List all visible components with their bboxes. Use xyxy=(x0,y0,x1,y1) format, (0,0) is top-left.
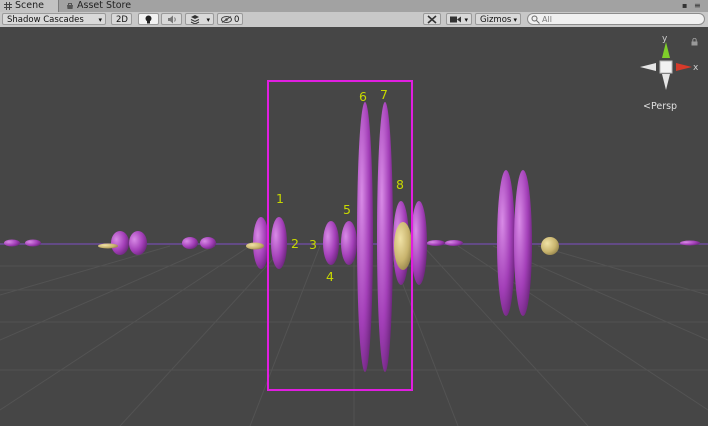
gizmos-label: Gizmos xyxy=(480,15,512,25)
store-icon xyxy=(67,3,73,9)
projection-label: Persp xyxy=(650,101,678,112)
gizmos-dropdown[interactable]: Gizmos ▾ xyxy=(475,13,521,25)
lightbulb-icon xyxy=(145,15,152,24)
y-axis-label: y xyxy=(662,34,668,44)
chevron-down-icon: ▾ xyxy=(464,16,468,24)
2d-label: 2D xyxy=(116,15,128,25)
label-7: 7 xyxy=(380,87,388,102)
scene-effects-dropdown[interactable]: ▾ xyxy=(185,13,214,25)
label-8: 8 xyxy=(396,177,404,192)
grid-icon xyxy=(4,2,12,10)
hierarchy-search-input[interactable]: All xyxy=(527,13,705,25)
scene-lighting-toggle[interactable] xyxy=(138,13,159,25)
tab-asset-store[interactable]: Asset Store xyxy=(62,0,142,12)
tab-scene-label: Scene xyxy=(15,0,44,11)
tab-asset-store-label: Asset Store xyxy=(77,0,132,11)
camera-settings-dropdown[interactable]: ▾ xyxy=(446,13,472,25)
chevron-down-icon: ▾ xyxy=(98,16,102,24)
eye-slash-icon xyxy=(221,16,232,23)
lock-icon[interactable] xyxy=(691,38,698,46)
draw-mode-dropdown[interactable]: Shadow Cascades ▾ xyxy=(2,13,106,25)
2d-toggle-button[interactable]: 2D xyxy=(111,13,132,25)
effects-icon xyxy=(190,15,200,24)
label-1: 1 xyxy=(276,191,284,206)
gizmo-center-cube[interactable] xyxy=(659,60,673,74)
speaker-icon xyxy=(168,15,176,24)
tab-scene[interactable]: Scene xyxy=(0,0,59,12)
chevron-down-icon: ▾ xyxy=(206,16,210,24)
search-placeholder: All xyxy=(542,15,552,24)
perspective-icon: < xyxy=(643,101,651,112)
scene-viewport[interactable]: 1 2 3 4 5 6 7 8 y x <Persp xyxy=(0,27,708,426)
draw-mode-label: Shadow Cascades xyxy=(7,15,84,25)
label-3: 3 xyxy=(309,237,317,252)
search-icon xyxy=(531,15,540,24)
hidden-objects-toggle[interactable]: 0 xyxy=(217,13,243,25)
label-4: 4 xyxy=(326,269,334,284)
chevron-down-icon: ▾ xyxy=(513,16,517,24)
projection-toggle[interactable]: <Persp xyxy=(643,101,677,112)
tools-icon xyxy=(427,15,437,24)
scene-audio-toggle[interactable] xyxy=(161,13,182,25)
scene-canvas[interactable]: 1 2 3 4 5 6 7 8 y x xyxy=(0,27,708,426)
camera-icon xyxy=(450,16,461,23)
window-menu-icon[interactable]: ≡ xyxy=(694,0,701,12)
label-2: 2 xyxy=(291,236,299,251)
hidden-count: 0 xyxy=(234,15,240,25)
window-options-icon[interactable]: ▪ xyxy=(682,0,687,12)
x-axis-label: x xyxy=(693,63,699,73)
scene-toolbar: Shadow Cascades ▾ 2D ▾ 0 ▾ Gizmos ▾ All xyxy=(0,12,708,28)
scene-tools-button[interactable] xyxy=(423,13,441,25)
label-5: 5 xyxy=(343,202,351,217)
label-6: 6 xyxy=(359,89,367,104)
